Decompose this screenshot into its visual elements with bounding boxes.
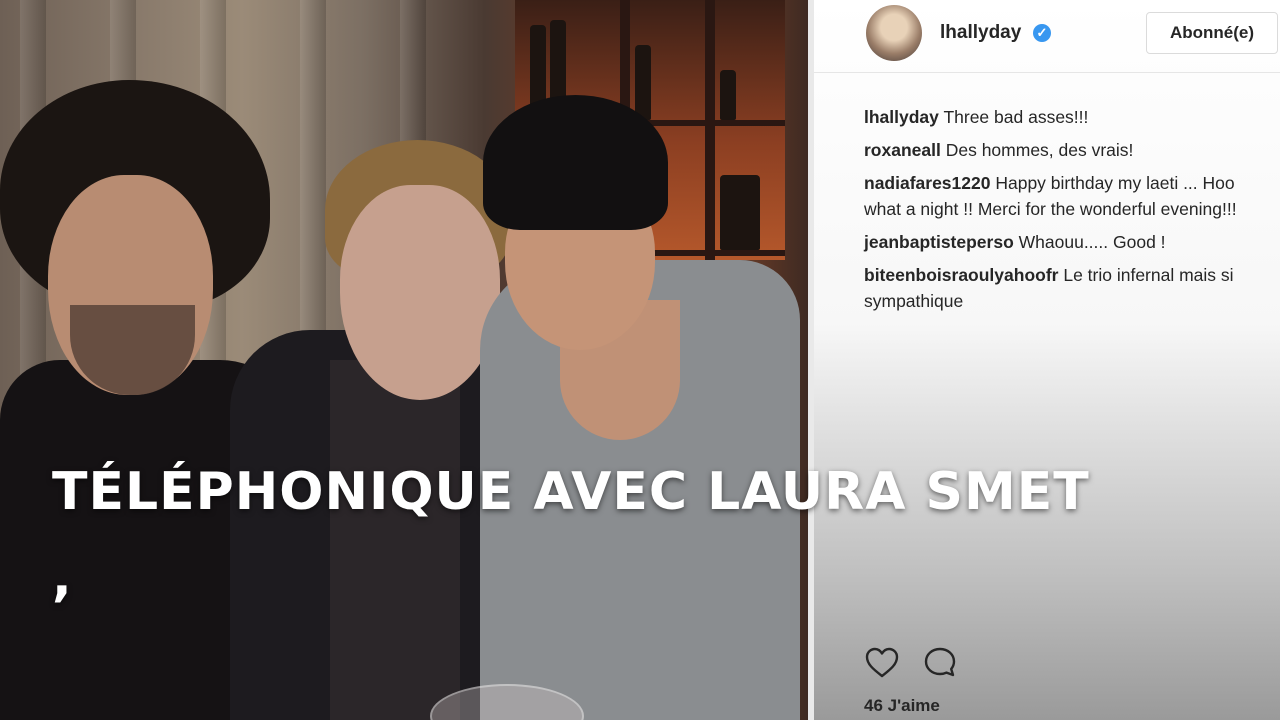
comment-item: roxaneall Des hommes, des vrais!	[864, 137, 1276, 163]
comment-text: Three bad asses!!!	[938, 107, 1089, 127]
heart-icon[interactable]	[864, 645, 900, 681]
overlay-caption: TÉLÉPHONIQUE AVEC LAURA SMET	[52, 462, 1090, 522]
person-right-beanie	[483, 95, 668, 230]
comment-item: nadiafares1220 Happy birthday my laeti .…	[864, 170, 1276, 222]
post-side-panel: lhallyday ✓ Abonné(e) lhallyday Three ba…	[814, 0, 1280, 720]
likes-count[interactable]: 46 J'aime	[864, 696, 940, 716]
shelf-post	[705, 0, 715, 260]
comment-username[interactable]: roxaneall	[864, 140, 941, 160]
bottle	[720, 70, 736, 120]
comment-item: biteenboisraoulyahoofr Le trio infernal …	[864, 262, 1276, 314]
person-middle-face	[340, 185, 500, 400]
comment-text: Des hommes, des vrais!	[940, 140, 1134, 160]
follow-button[interactable]: Abonné(e)	[1146, 12, 1278, 54]
comment-list: lhallyday Three bad asses!!! roxaneall D…	[864, 104, 1276, 321]
overlay-caption-comma: ,	[52, 548, 72, 608]
post-username[interactable]: lhallyday	[940, 22, 1021, 44]
comment-username[interactable]: lhallyday	[864, 107, 939, 127]
comment-bubble-icon[interactable]	[922, 645, 958, 681]
verified-badge-icon: ✓	[1033, 24, 1051, 42]
comment-item: lhallyday Three bad asses!!!	[864, 104, 1276, 130]
bottle	[720, 175, 760, 250]
bottle	[635, 45, 651, 120]
post-photo[interactable]	[0, 0, 808, 720]
comment-username[interactable]: nadiafares1220	[864, 173, 990, 193]
avatar[interactable]	[866, 5, 922, 61]
header-divider	[814, 72, 1280, 73]
comment-item: jeanbaptisteperso Whaouu..... Good !	[864, 229, 1276, 255]
person-middle-shirt	[330, 360, 460, 720]
comment-username[interactable]: biteenboisraoulyahoofr	[864, 265, 1058, 285]
comment-username[interactable]: jeanbaptisteperso	[864, 232, 1014, 252]
comment-text: Whaouu..... Good !	[1013, 232, 1166, 252]
